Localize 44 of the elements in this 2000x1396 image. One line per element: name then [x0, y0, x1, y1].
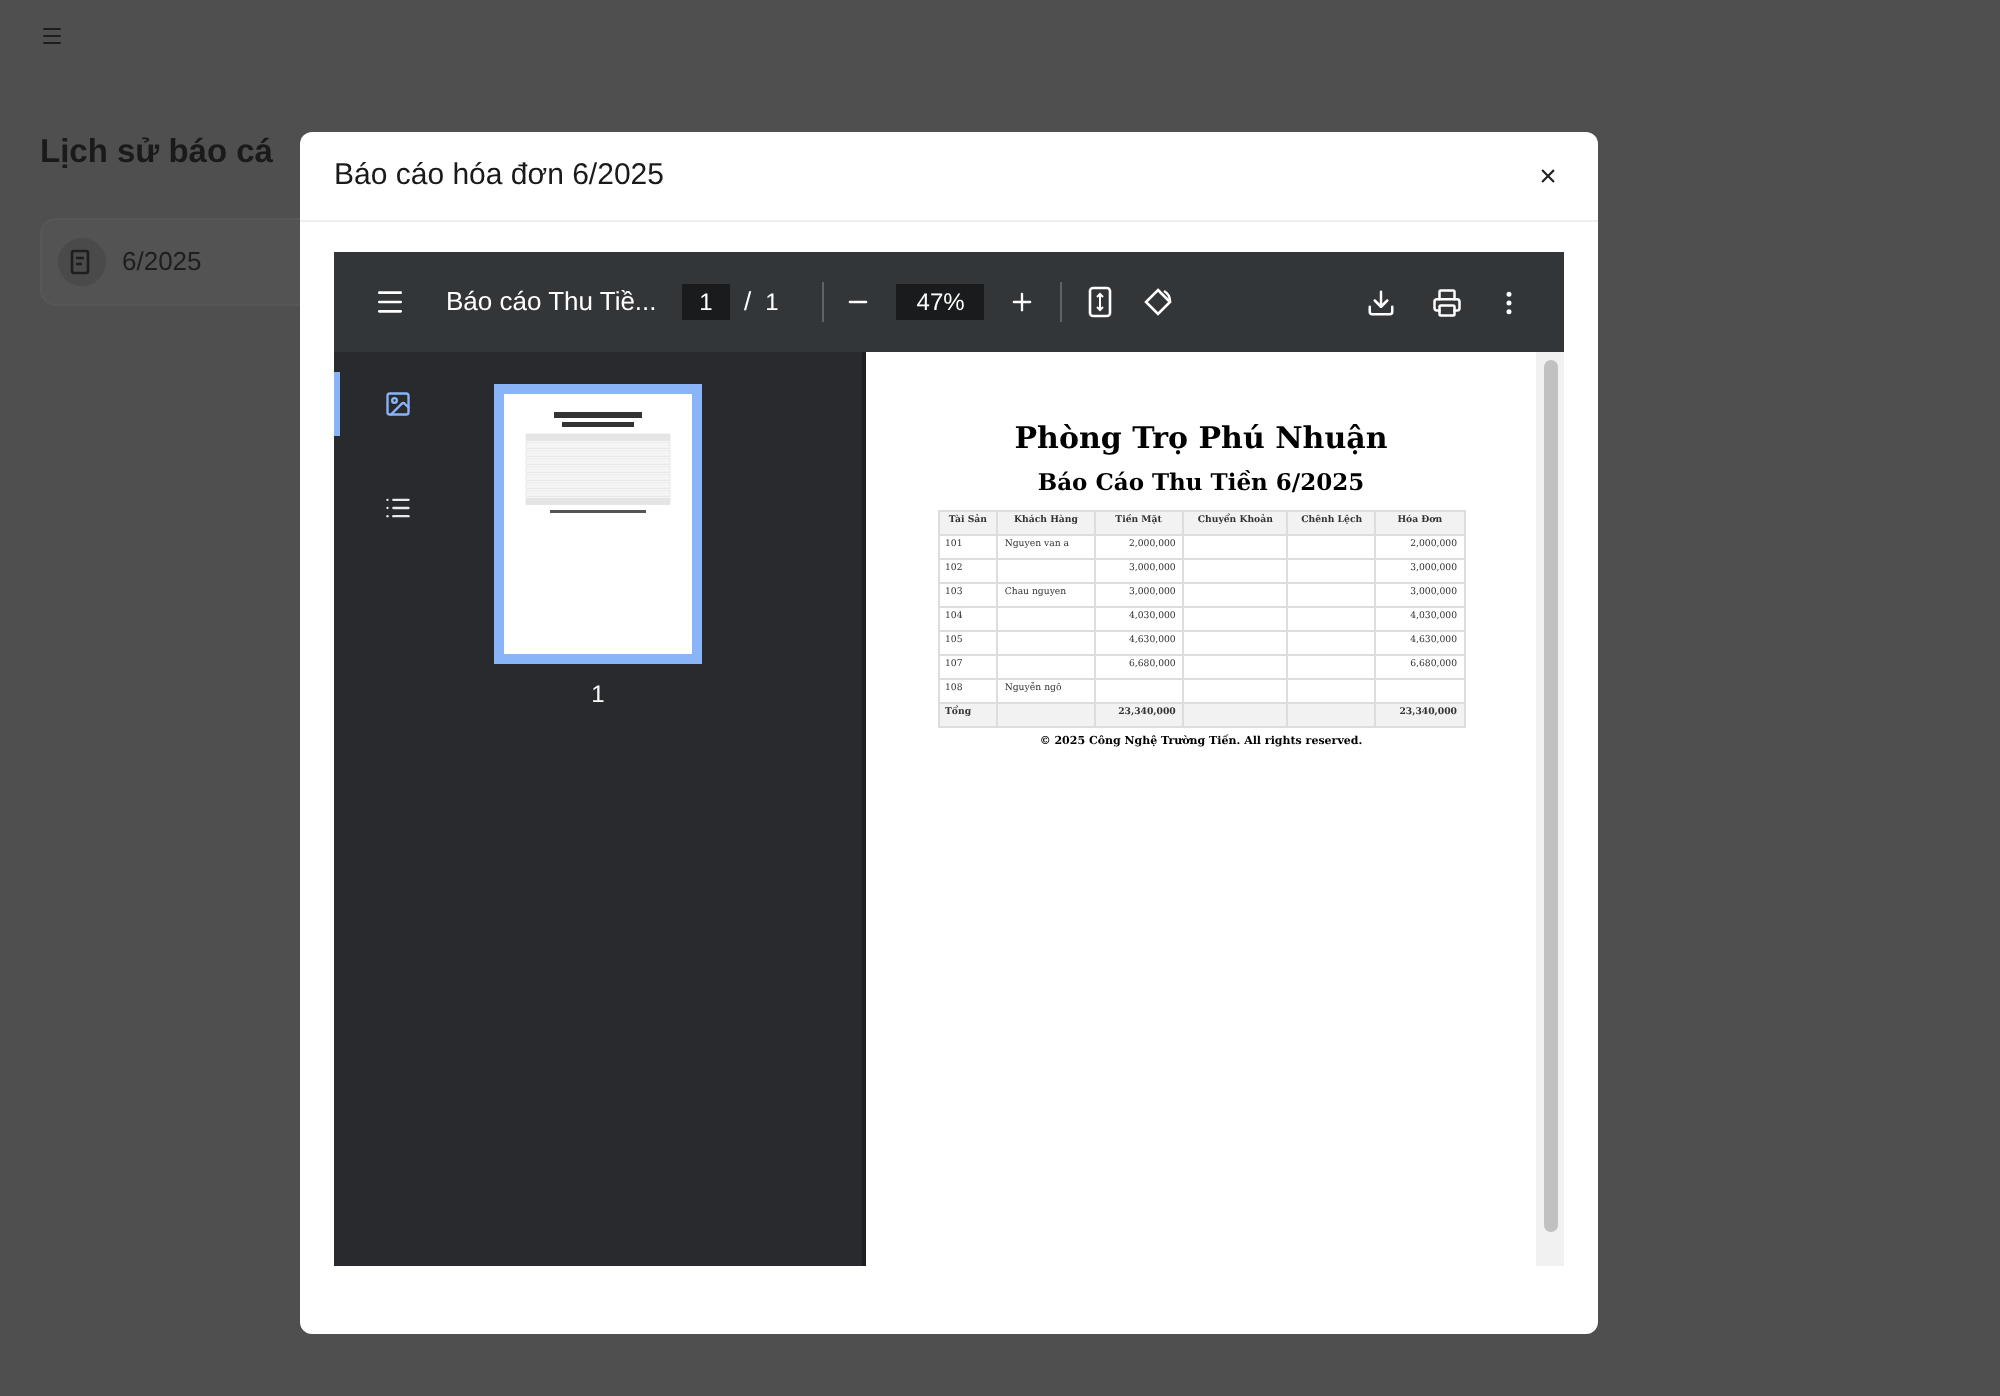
table-cell — [997, 606, 1095, 631]
table-cell — [1182, 606, 1288, 631]
document-heading: Phòng Trọ Phú Nhuận — [1014, 418, 1388, 460]
page-separator: / — [744, 284, 752, 321]
dialog-title: Báo cáo hóa đơn 6/2025 — [334, 155, 664, 196]
table-cell — [1094, 678, 1183, 703]
page-thumbnail-drawing[interactable] — [494, 384, 702, 664]
receipt-icon — [58, 237, 106, 286]
table-cell — [997, 630, 1095, 655]
total-cell — [997, 702, 1095, 727]
table-cell — [1287, 558, 1376, 583]
total-cell — [1182, 702, 1288, 727]
table-cell — [1287, 582, 1376, 607]
list-icon — [383, 494, 411, 522]
image-icon — [383, 390, 411, 418]
table-cell — [1287, 678, 1376, 703]
table-cell — [997, 654, 1095, 679]
close-button[interactable]: × — [1532, 160, 1564, 192]
fit-page-icon[interactable] — [1086, 286, 1115, 318]
page-number-field[interactable]: 1 — [682, 284, 730, 320]
table-cell — [1182, 534, 1288, 559]
table-cell — [997, 558, 1095, 583]
rotate-icon[interactable] — [1142, 286, 1175, 318]
zoom-field[interactable]: 47% — [896, 284, 985, 320]
table-cell — [1287, 534, 1376, 559]
total-cell — [1287, 702, 1376, 727]
thumbnail-page-number: 1 — [591, 678, 605, 712]
table-cell — [1182, 678, 1288, 703]
table-cell — [1182, 630, 1288, 655]
zoom-in-icon[interactable] — [1008, 288, 1037, 316]
document-title: Báo cáo Thu Tiề... — [446, 284, 659, 321]
download-icon[interactable] — [1366, 287, 1396, 317]
table-cell — [1287, 606, 1376, 631]
table-cell — [1182, 582, 1288, 607]
menu-icon[interactable] — [374, 286, 406, 318]
print-icon[interactable] — [1432, 287, 1462, 317]
scrollbar[interactable] — [1536, 352, 1564, 1266]
table-cell — [1182, 558, 1288, 583]
document-subheading: Báo Cáo Thu Tiền 6/2025 — [1037, 465, 1365, 499]
table-cell — [1287, 654, 1376, 679]
table-cell — [1375, 678, 1464, 703]
table-cell — [1287, 630, 1376, 655]
page-count: 1 — [765, 286, 779, 320]
table-cell — [1182, 654, 1288, 679]
